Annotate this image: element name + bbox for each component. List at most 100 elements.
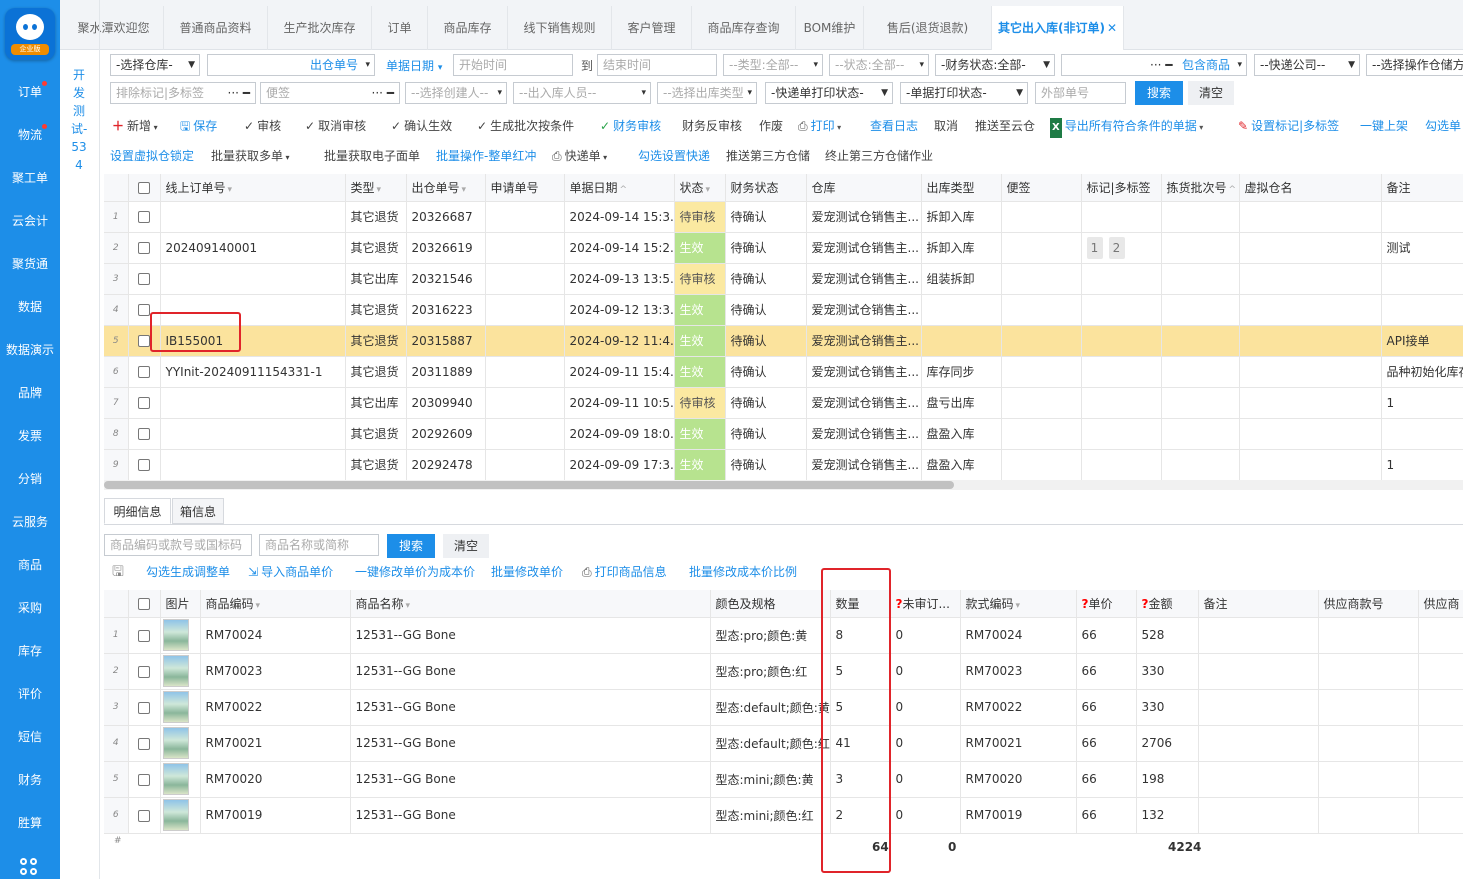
sidebar-item-accounting[interactable]: 云会计 xyxy=(0,212,60,229)
tab-box-info[interactable]: 箱信息 xyxy=(172,498,224,524)
row-checkbox[interactable] xyxy=(128,689,161,726)
detail-row[interactable]: 5 RM70020 12531--GG Bone 型态:mini;颜色:黄 3 0 RM70… xyxy=(104,761,1463,798)
tab-after-sales[interactable]: 售后(退货退款) xyxy=(864,6,992,50)
sidebar-item-invoice[interactable]: 发票 xyxy=(0,427,60,444)
view-log-button[interactable]: 查看日志 xyxy=(870,116,918,136)
date-field-label[interactable]: 单据日期 ▾ xyxy=(386,55,442,77)
table-row[interactable]: 1 其它退货 20326687 2024-09-14 15:3... 待审核 待确认 爱宠测… xyxy=(104,201,1463,233)
detail-row[interactable]: 3 RM70022 12531--GG Bone 型态:default;颜色:黄 5 0 R… xyxy=(104,689,1463,726)
warehouse-select[interactable]: -选择仓库- ▼ xyxy=(110,54,200,76)
more-icon[interactable]: ··· ━ xyxy=(228,83,250,103)
finance-status-select[interactable]: -财务状态:全部- ▼ xyxy=(935,54,1055,76)
clear-button[interactable]: 清空 xyxy=(1188,81,1234,105)
row-checkbox[interactable] xyxy=(128,356,161,388)
row-checkbox[interactable] xyxy=(128,232,161,264)
print-product-info-button[interactable]: ⎙ 打印商品信息 xyxy=(582,562,667,582)
col-note[interactable]: 便签 xyxy=(1001,174,1082,202)
product-code-input[interactable]: 商品编码或款号或国标码 xyxy=(104,534,252,556)
horizontal-scrollbar[interactable] xyxy=(104,480,1463,490)
sidebar-item-inventory[interactable]: 库存 xyxy=(0,642,60,659)
col-image[interactable]: 图片 xyxy=(160,590,201,618)
batch-fetch-multi-button[interactable]: 批量获取多单 ▾ xyxy=(211,146,290,166)
product-image[interactable] xyxy=(160,617,201,654)
exclude-tags-input[interactable]: 排除标记|多标签 ··· ━ xyxy=(110,82,256,104)
express-order-button[interactable]: ⎙ 快递单 ▾ xyxy=(552,146,607,166)
sidebar-item-data[interactable]: 数据 xyxy=(0,298,60,315)
tab-batch-inventory[interactable]: 生产批次库存 xyxy=(268,6,372,50)
row-checkbox[interactable] xyxy=(128,617,161,654)
table-row[interactable]: 4 其它退货 20316223 2024-09-12 13:3... 生效 待确认 爱宠测试… xyxy=(104,294,1463,326)
detail-row[interactable]: 6 RM70019 12531--GG Bone 型态:mini;颜色:红 2 0 RM70… xyxy=(104,797,1463,834)
product-name-input[interactable]: 商品名称或简称 xyxy=(259,534,379,556)
col-tags[interactable]: 标记|多标签 xyxy=(1081,174,1162,202)
col-unaudited[interactable]: ?未审订... xyxy=(890,590,961,618)
product-image[interactable] xyxy=(160,797,201,834)
generate-adjust-button[interactable]: 勾选生成调整单 xyxy=(146,562,230,582)
sidebar-item-reviews[interactable]: 评价 xyxy=(0,685,60,702)
audit-button[interactable]: ✓ 审核 xyxy=(244,116,281,136)
row-checkbox[interactable] xyxy=(128,797,161,834)
tab-other-inout[interactable]: 其它出入库(非订单) ✕ xyxy=(992,6,1124,50)
row-checkbox[interactable] xyxy=(128,725,161,762)
push-third-party-button[interactable]: 推送第三方仓储 xyxy=(726,146,810,166)
col-request-no[interactable]: 申请单号 xyxy=(485,174,565,202)
creator-select[interactable]: --选择创建人-- ▾ xyxy=(405,82,507,104)
row-checkbox[interactable] xyxy=(128,201,161,233)
print-button[interactable]: ⎙ 打印 ▾ xyxy=(798,116,841,136)
select-all-checkbox[interactable] xyxy=(128,174,161,202)
tab-product-stock[interactable]: 商品库存 xyxy=(428,6,508,50)
col-product-code[interactable]: 商品编码 ▾ xyxy=(200,590,351,618)
express-print-status-select[interactable]: -快递单打印状态- ▼ xyxy=(765,82,893,104)
tag-pill[interactable]: 1 xyxy=(1086,236,1103,259)
col-finance-status[interactable]: 财务状态 xyxy=(725,174,807,202)
save-button[interactable]: 🖫 保存 xyxy=(180,116,217,136)
col-style-code[interactable]: 款式编码 ▾ xyxy=(960,590,1077,618)
tab-bom[interactable]: BOM维护 xyxy=(796,6,864,50)
express-company-select[interactable]: --快递公司-- ▼ xyxy=(1254,54,1360,76)
cancel-audit-button[interactable]: ✓ 取消审核 xyxy=(305,116,366,136)
terminate-third-party-button[interactable]: 终止第三方仓储作业 xyxy=(825,146,933,166)
search-button[interactable]: 搜索 xyxy=(1135,81,1183,105)
product-image[interactable] xyxy=(160,653,201,690)
end-time-input[interactable]: 结束时间 xyxy=(597,54,717,76)
detail-clear-button[interactable]: 清空 xyxy=(443,534,489,558)
col-virtual-warehouse[interactable]: 虚拟仓名 xyxy=(1239,174,1382,202)
table-row[interactable]: 8 其它退货 20292609 2024-09-09 18:0... 生效 待确认 爱宠测试… xyxy=(104,418,1463,450)
sidebar-item-products[interactable]: 商品 xyxy=(0,556,60,573)
batch-fetch-eorder-button[interactable]: 批量获取电子面单 xyxy=(324,146,420,166)
row-checkbox[interactable] xyxy=(128,418,161,450)
table-row[interactable]: 5 IB155001 其它退货 20315887 2024-09-12 11:4... 生… xyxy=(104,325,1463,357)
price-to-cost-button[interactable]: 一键修改单价为成本价 xyxy=(355,562,475,582)
row-checkbox[interactable] xyxy=(128,449,161,481)
scrollbar-thumb[interactable] xyxy=(104,481,954,489)
table-row[interactable]: 9 其它退货 20292478 2024-09-09 17:3... 生效 待确认 爱宠测试… xyxy=(104,449,1463,481)
app-logo[interactable]: 企业版 xyxy=(5,8,55,60)
detail-row[interactable]: 1 RM70024 12531--GG Bone 型态:pro;颜色:黄 8 0 RM700… xyxy=(104,617,1463,654)
sidebar-item-sms[interactable]: 短信 xyxy=(0,728,60,745)
tab-detail-info[interactable]: 明细信息 xyxy=(104,498,171,524)
sidebar-item-finance[interactable]: 财务 xyxy=(0,771,60,788)
close-tab-icon[interactable]: ✕ xyxy=(1107,21,1117,35)
note-input[interactable]: 便签 ··· ━ xyxy=(260,82,400,104)
table-row[interactable]: 6 YYInit-20240911154331-1 其它退货 20311889 2024… xyxy=(104,356,1463,388)
col-warehouse[interactable]: 仓库 xyxy=(806,174,922,202)
sidebar-item-orders[interactable]: 订单 xyxy=(0,81,60,100)
sidebar-item-brand[interactable]: 品牌 xyxy=(0,384,60,401)
export-all-button[interactable]: X 导出所有符合条件的单据 ▾ xyxy=(1050,116,1203,138)
col-doc-date[interactable]: 单据日期 ^ xyxy=(564,174,675,202)
apps-grid-icon[interactable] xyxy=(20,858,40,878)
tab-offline-rules[interactable]: 线下销售规则 xyxy=(508,6,612,50)
row-checkbox[interactable] xyxy=(128,387,161,419)
save-icon[interactable]: 🖫 xyxy=(112,562,124,582)
tab-product-info[interactable]: 普通商品资料 xyxy=(164,6,268,50)
col-out-order-no[interactable]: 出仓单号 ▾ xyxy=(406,174,486,202)
sidebar-item-purchase[interactable]: 采购 xyxy=(0,599,60,616)
set-tags-button[interactable]: ✎ 设置标记|多标签 xyxy=(1238,116,1339,136)
batch-edit-price-button[interactable]: 批量修改单价 xyxy=(491,562,563,582)
panel-title[interactable]: 开发测试-534 xyxy=(71,66,87,174)
col-remark[interactable]: 备注 xyxy=(1381,174,1463,202)
table-row[interactable]: 2 202409140001 其它退货 20326619 2024-09-14 15:2… xyxy=(104,232,1463,264)
sidebar-item-shengsuan[interactable]: 胜算 xyxy=(0,814,60,831)
more-icon[interactable]: ··· ━ xyxy=(1150,55,1172,75)
col-detail-remark[interactable]: 备注 xyxy=(1198,590,1319,618)
